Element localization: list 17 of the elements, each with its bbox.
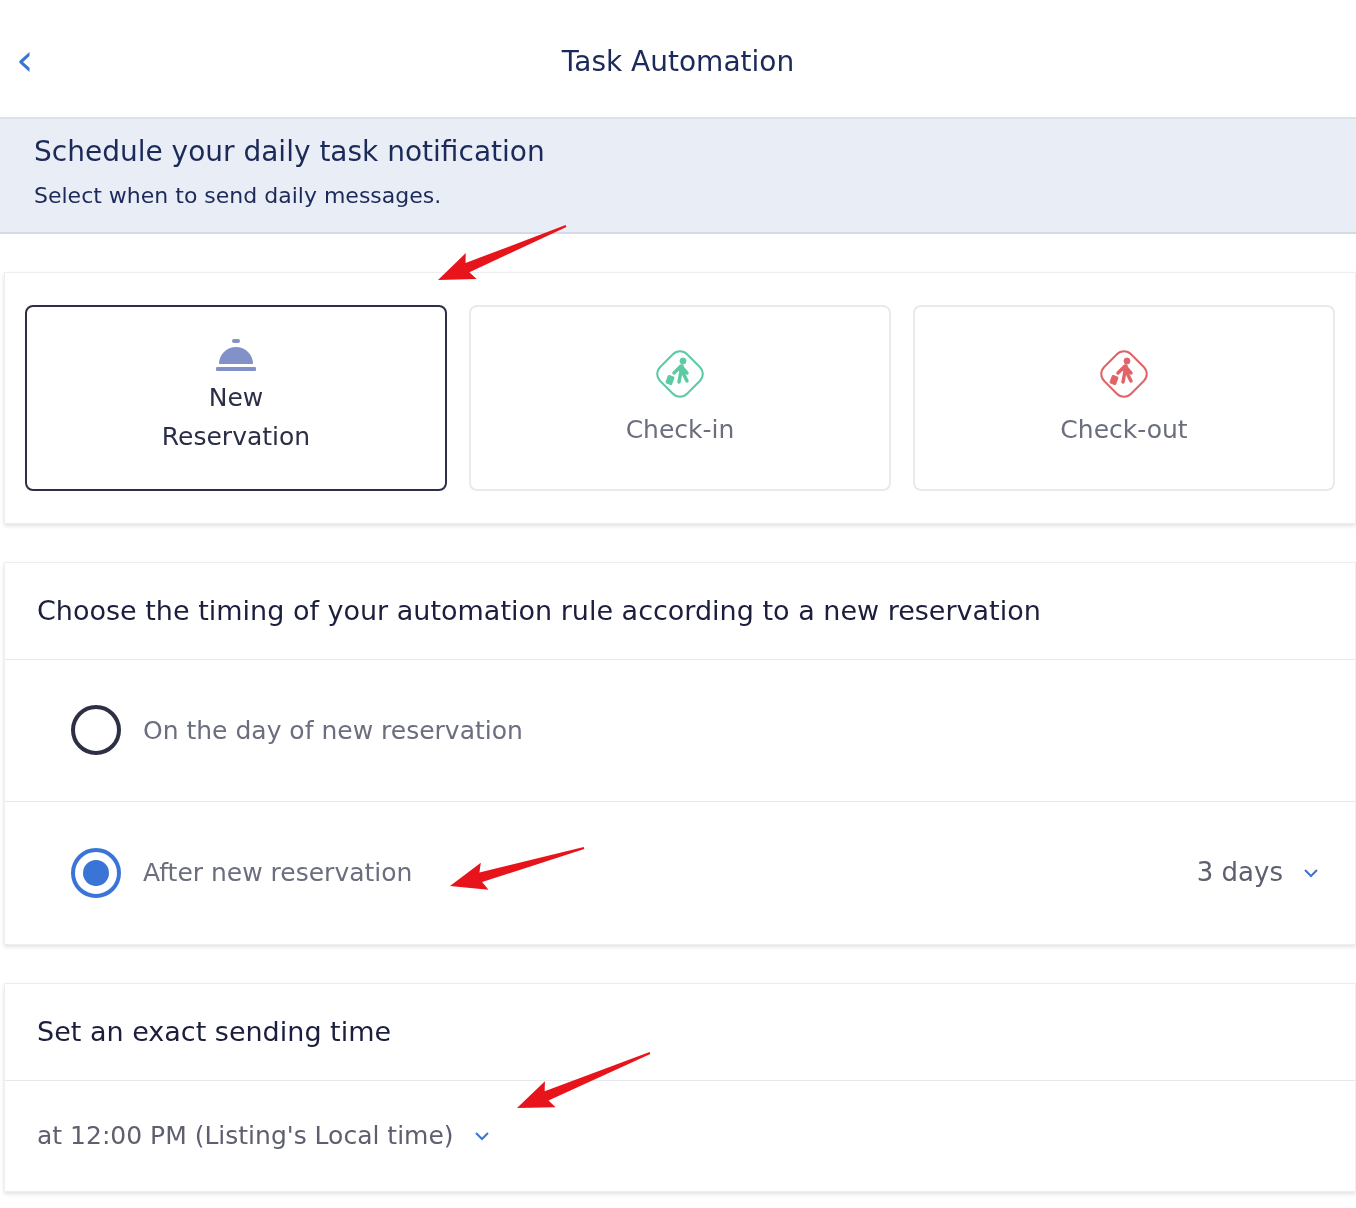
- page-title: Task Automation: [561, 43, 795, 80]
- event-option[interactable]: Check-in: [469, 304, 891, 491]
- option-label: After new reservation: [143, 857, 413, 890]
- option-label: On the day of new reservation: [143, 714, 523, 747]
- event-option[interactable]: Check-out: [913, 304, 1335, 491]
- back-button[interactable]: ‹: [10, 38, 40, 82]
- banner-title: Schedule your daily task notification: [34, 135, 546, 169]
- bell-icon: [216, 338, 256, 371]
- radio-button[interactable]: [71, 848, 121, 898]
- section-title: Choose the timing of your automation rule according to a new reservation: [5, 562, 1355, 660]
- radio-button[interactable]: [71, 705, 121, 756]
- caret-icon: [1303, 868, 1319, 878]
- days-dropdown[interactable]: 3 days: [1190, 852, 1325, 894]
- banner-subtitle: Select when to send daily messages.: [34, 181, 443, 210]
- time-dropdown[interactable]: at 12:00 PM (Listing's Local time): [5, 1081, 522, 1191]
- event-option[interactable]: New Reservation: [25, 304, 447, 491]
- caret-icon: [473, 1131, 490, 1142]
